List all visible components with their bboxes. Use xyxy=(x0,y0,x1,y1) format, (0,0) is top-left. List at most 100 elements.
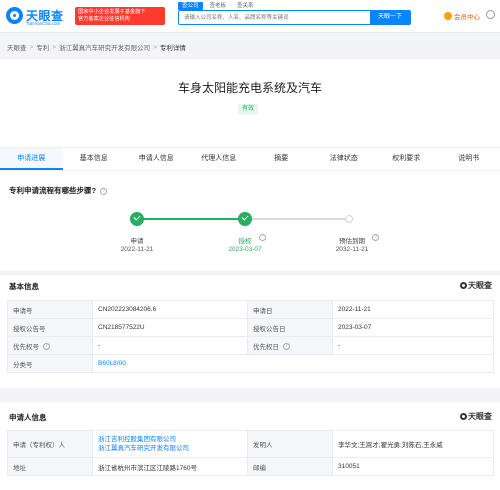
basic-info-section: 基本信息 天眼查 申请号 CN202223084206.6 申请日 2022-1… xyxy=(0,275,500,388)
breadcrumb-separator: > xyxy=(52,43,57,51)
vip-label: 会员中心 xyxy=(454,14,480,21)
search-input[interactable] xyxy=(179,11,372,24)
applicant-info-table: 申请（专利权）人 浙江吉利控股集团有限公司 浙江翼真汽车研究开发有限公司 发明人… xyxy=(7,430,494,476)
applicant-info-section: 申请人信息 天眼查 申请（专利权）人 浙江吉利控股集团有限公司 浙江翼真汽车研究… xyxy=(0,402,500,490)
patent-title-card: 车身太阳能充电系统及汽车 有效 xyxy=(0,59,500,147)
applicant-link[interactable]: 浙江翼真汽车研究开发有限公司 xyxy=(98,444,242,453)
step-apply-label: 申请 xyxy=(130,238,144,245)
search-box: 天眼一下 xyxy=(178,10,411,25)
status-badge: 有效 xyxy=(238,104,259,115)
step-expire-node-icon xyxy=(345,215,353,223)
table-row: 优先权号 ? - 优先权日 ? - xyxy=(7,336,494,355)
table-label: 优先权号 ? xyxy=(7,336,93,355)
grant-publication-number: CN218577522U xyxy=(92,318,248,337)
table-label: 申请号 xyxy=(7,300,93,319)
breadcrumb-current: 专利详情 xyxy=(159,45,186,52)
table-label: 申请日 xyxy=(247,300,333,319)
breadcrumb-company[interactable]: 浙江翼真汽车研究开发有限公司 xyxy=(59,42,150,52)
applicant-link[interactable]: 浙江吉利控股集团有限公司 xyxy=(98,435,242,444)
breadcrumb-separator: > xyxy=(153,43,157,51)
vip-center-link[interactable]: 会员中心 xyxy=(444,11,480,21)
address: 浙江省杭州市滨江区江陵路1760号 xyxy=(92,457,248,476)
search-type-tabs: 查公司 查老板 查关系 xyxy=(178,2,258,10)
search-tab-company[interactable]: 查公司 xyxy=(178,2,203,10)
table-label: 优先权日 ? xyxy=(247,336,333,355)
tab-description[interactable]: 说明书 xyxy=(438,148,500,170)
zip-code: 310051 xyxy=(332,457,494,476)
table-row: 授权公告号 CN218577522U 授权公告日 2023-03-07 xyxy=(7,318,494,337)
priority-number: - xyxy=(92,336,248,355)
grant-help-icon[interactable]: ? xyxy=(259,234,266,241)
basic-info-heading: 基本信息 xyxy=(9,282,39,291)
page-title: 车身太阳能充电系统及汽车 xyxy=(177,81,322,95)
progress-heading: 专利申请流程有哪些步骤? ? xyxy=(9,185,108,196)
step-expire-label: 预估到期 xyxy=(339,238,365,245)
application-date: 2022-11-21 xyxy=(332,300,494,319)
watermark-logo-icon xyxy=(460,282,467,289)
table-row: 地址 浙江省杭州市滨江区江陵路1760号 邮编 310051 xyxy=(7,457,494,476)
table-label: 邮编 xyxy=(247,457,333,476)
table-label: 申请（专利权）人 xyxy=(7,430,93,458)
help-icon[interactable]: ? xyxy=(42,343,50,351)
applicant-info-heading: 申请人信息 xyxy=(9,413,47,422)
applicant-list: 浙江吉利控股集团有限公司 浙江翼真汽车研究开发有限公司 xyxy=(92,430,248,458)
progress-section: 专利申请流程有哪些步骤? ? 申请 2022-11-21 授权 ? 2023-0… xyxy=(0,171,500,271)
tianyancha-watermark: 天眼查 xyxy=(460,280,492,291)
help-icon[interactable]: ? xyxy=(100,187,108,195)
progress-track-done xyxy=(137,218,245,220)
search-button[interactable]: 天眼一下 xyxy=(370,11,410,24)
table-label: 授权公告日 xyxy=(247,318,333,337)
user-avatar-icon[interactable] xyxy=(486,10,495,19)
step-grant-date: 2023-03-07 xyxy=(228,246,262,253)
tab-abstract[interactable]: 摘要 xyxy=(250,148,313,170)
priority-date-label: 优先权日 xyxy=(253,343,279,351)
watermark-logo-icon xyxy=(460,413,467,420)
section-tabs: 申请进展 基本信息 申请人信息 代理人信息 摘要 法律状态 权利要求 说明书 xyxy=(0,147,500,171)
progress-track-pending xyxy=(245,218,349,220)
watermark-text: 天眼查 xyxy=(468,412,492,421)
table-label: 授权公告号 xyxy=(7,318,93,337)
priority-number-label: 优先权号 xyxy=(13,343,39,351)
step-apply-node-icon xyxy=(130,212,144,226)
tab-legal-status[interactable]: 法律状态 xyxy=(313,148,376,170)
table-label: 地址 xyxy=(7,457,93,476)
step-apply-date: 2022-11-21 xyxy=(120,246,154,253)
logo-eye-icon xyxy=(6,7,23,24)
classification-link[interactable]: B60L8/00 xyxy=(92,354,494,373)
breadcrumb-home[interactable]: 天眼查 xyxy=(7,42,27,52)
table-row: 分类号 B60L8/00 xyxy=(7,354,494,373)
tab-progress[interactable]: 申请进展 xyxy=(0,148,63,170)
priority-date: - xyxy=(332,336,494,355)
tab-agent-info[interactable]: 代理人信息 xyxy=(188,148,251,170)
grant-publication-date: 2023-03-07 xyxy=(332,318,494,337)
watermark-text: 天眼查 xyxy=(468,281,492,290)
table-label: 发明人 xyxy=(247,430,333,458)
search-tab-boss[interactable]: 查老板 xyxy=(206,2,231,10)
search-tab-relation[interactable]: 查关系 xyxy=(233,2,258,10)
progress-heading-text: 专利申请流程有哪些步骤? xyxy=(9,186,97,195)
basic-info-table: 申请号 CN202223084206.6 申请日 2022-11-21 授权公告… xyxy=(7,300,494,373)
step-expire-date: 2032-11-21 xyxy=(335,246,369,253)
logo-subtext: TianYanCha.com xyxy=(26,21,61,26)
inventors: 李华文;王嵩才;翟光勇;刘陈石;王永威 xyxy=(332,430,494,458)
breadcrumb: 天眼查 > 专利 > 浙江翼真汽车研究开发有限公司 > 专利详情 xyxy=(7,42,186,53)
tianyancha-watermark: 天眼查 xyxy=(460,411,492,422)
breadcrumb-patent[interactable]: 专利 xyxy=(36,42,49,52)
promo-line-2: 官方备案企业征信机构 xyxy=(78,16,130,22)
table-row: 申请号 CN202223084206.6 申请日 2022-11-21 xyxy=(7,300,494,319)
top-header: 天眼查 TianYanCha.com 国家中小企业发展子基金旗下 官方备案企业征… xyxy=(0,0,500,33)
tab-applicant-info[interactable]: 申请人信息 xyxy=(125,148,188,170)
step-grant-node-icon xyxy=(238,212,252,226)
breadcrumb-separator: > xyxy=(29,43,34,51)
promo-line-1: 国家中小企业发展子基金旗下 xyxy=(78,9,146,15)
table-label: 分类号 xyxy=(7,354,93,373)
tab-basic-info[interactable]: 基本信息 xyxy=(63,148,126,170)
help-icon[interactable]: ? xyxy=(282,343,290,351)
site-logo[interactable]: 天眼查 TianYanCha.com xyxy=(6,6,74,28)
crown-icon xyxy=(444,12,452,20)
application-number: CN202223084206.6 xyxy=(92,300,248,319)
table-row: 申请（专利权）人 浙江吉利控股集团有限公司 浙江翼真汽车研究开发有限公司 发明人… xyxy=(7,430,494,458)
tab-claims[interactable]: 权利要求 xyxy=(375,148,438,170)
promo-banner[interactable]: 国家中小企业发展子基金旗下 官方备案企业征信机构 xyxy=(75,7,165,25)
expire-help-icon[interactable]: ? xyxy=(372,234,379,241)
